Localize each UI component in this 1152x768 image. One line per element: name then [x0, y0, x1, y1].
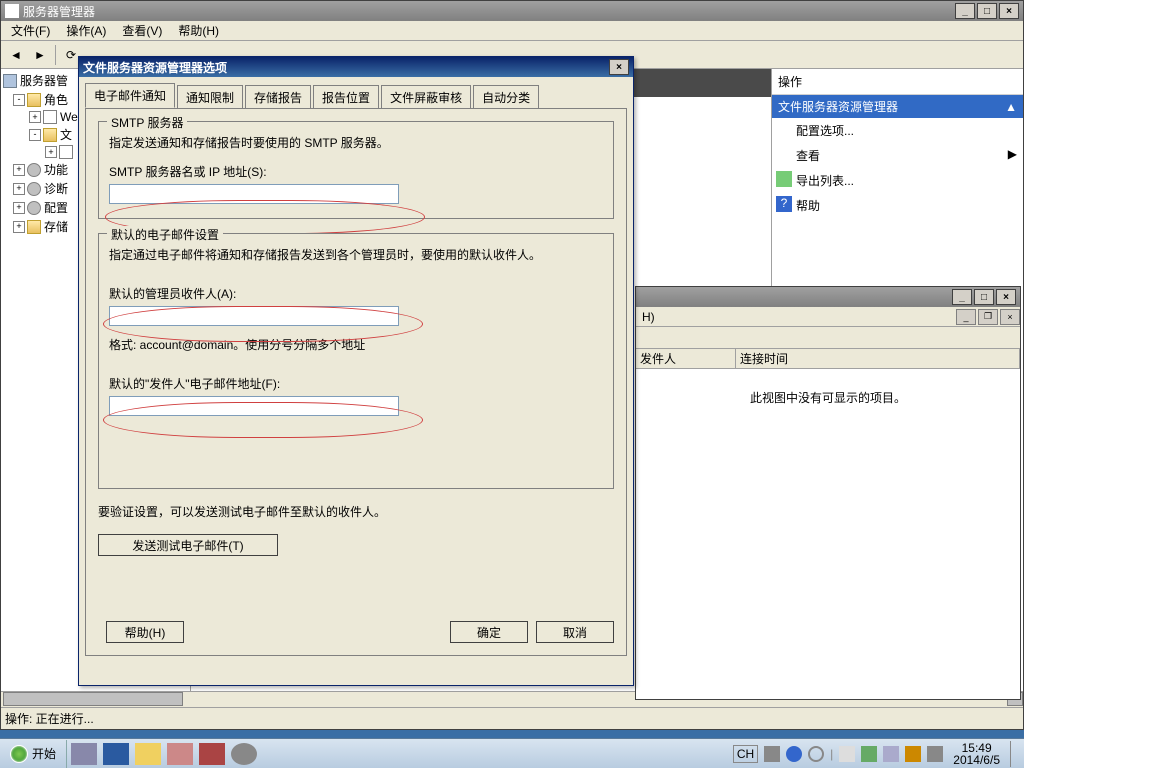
action-export[interactable]: 导出列表...: [772, 168, 1023, 193]
clock-time: 15:49: [953, 742, 1000, 754]
admin-input[interactable]: [109, 306, 399, 326]
menu-file[interactable]: 文件(F): [5, 20, 56, 41]
forward-button[interactable]: ►: [29, 44, 51, 66]
test-email-button[interactable]: 发送测试电子邮件(T): [98, 534, 278, 556]
sub-menubar: H) _ ❐ ×: [636, 307, 1020, 327]
smtp-legend: SMTP 服务器: [107, 114, 187, 131]
menu-help[interactable]: 帮助(H): [172, 20, 225, 41]
clock-date: 2014/6/5: [953, 754, 1000, 766]
minimize-button[interactable]: _: [955, 3, 975, 19]
tray-shield-icon[interactable]: [861, 746, 877, 762]
close-button[interactable]: ×: [999, 3, 1019, 19]
ql-app1-icon[interactable]: [167, 743, 193, 765]
defaults-fieldset: 默认的电子邮件设置 指定通过电子邮件将通知和存储报告发送到各个管理员时，要使用的…: [98, 233, 614, 489]
defaults-legend: 默认的电子邮件设置: [107, 226, 223, 243]
sub-min-button[interactable]: _: [952, 289, 972, 305]
action-view[interactable]: 查看▶: [772, 143, 1023, 168]
from-label: 默认的"发件人"电子邮件地址(F):: [109, 375, 603, 392]
maximize-button[interactable]: □: [977, 3, 997, 19]
cancel-button[interactable]: 取消: [536, 621, 614, 643]
ime-indicator[interactable]: CH: [733, 745, 758, 763]
tray-network-icon[interactable]: [883, 746, 899, 762]
smtp-label: SMTP 服务器名或 IP 地址(S):: [109, 163, 603, 180]
clock[interactable]: 15:49 2014/6/5: [949, 742, 1004, 766]
sub-close-button[interactable]: ×: [996, 289, 1016, 305]
dialog-titlebar[interactable]: 文件服务器资源管理器选项 ×: [79, 57, 633, 77]
help-button[interactable]: 帮助(H): [106, 621, 184, 643]
ql-settings-icon[interactable]: [231, 743, 257, 765]
defaults-desc: 指定通过电子邮件将通知和存储报告发送到各个管理员时，要使用的默认收件人。: [109, 246, 603, 263]
dialog-tabs: 电子邮件通知 通知限制 存储报告 报告位置 文件屏蔽审核 自动分类: [79, 77, 633, 108]
status-bar: 操作: 正在进行...: [1, 707, 1023, 729]
window-title: 服务器管理器: [23, 3, 953, 20]
dialog-title: 文件服务器资源管理器选项: [83, 59, 607, 76]
empty-message: 此视图中没有可显示的项目。: [636, 369, 1020, 426]
main-menubar: 文件(F) 操作(A) 查看(V) 帮助(H): [1, 21, 1023, 41]
export-icon: [776, 171, 792, 187]
smtp-desc: 指定发送通知和存储报告时要使用的 SMTP 服务器。: [109, 134, 603, 151]
scroll-thumb[interactable]: [3, 692, 183, 706]
from-input[interactable]: [109, 396, 399, 416]
back-button[interactable]: ◄: [5, 44, 27, 66]
arrow-right-icon: ▶: [1008, 147, 1017, 164]
sub-win-min[interactable]: _: [956, 309, 976, 325]
ql-app2-icon[interactable]: [199, 743, 225, 765]
tray-volume-icon[interactable]: [927, 746, 943, 762]
desktop-background-right: [1024, 0, 1152, 768]
secondary-window: _ □ × H) _ ❐ × 发件人 连接时间 此视图中没有可显示的项目。: [635, 286, 1021, 700]
tab-auto-classify[interactable]: 自动分类: [473, 85, 539, 110]
menu-view[interactable]: 查看(V): [116, 20, 168, 41]
verify-text: 要验证设置，可以发送测试电子邮件至默认的收件人。: [98, 503, 614, 520]
actions-section-title[interactable]: 文件服务器资源管理器▲: [772, 95, 1023, 118]
tab-storage-report[interactable]: 存储报告: [245, 85, 311, 110]
ql-server-icon[interactable]: [71, 743, 97, 765]
action-help[interactable]: ?帮助: [772, 193, 1023, 218]
options-dialog: 文件服务器资源管理器选项 × 电子邮件通知 通知限制 存储报告 报告位置 文件屏…: [78, 56, 634, 686]
system-tray: CH | 15:49 2014/6/5: [727, 741, 1024, 767]
tab-email[interactable]: 电子邮件通知: [85, 83, 175, 108]
tray-circle-icon[interactable]: [808, 746, 824, 762]
admin-label: 默认的管理员收件人(A):: [109, 285, 603, 302]
collapse-icon[interactable]: ▲: [1005, 100, 1017, 114]
sub-win-restore[interactable]: ❐: [978, 309, 998, 325]
menu-action[interactable]: 操作(A): [60, 20, 112, 41]
sub-win-close[interactable]: ×: [1000, 309, 1020, 325]
dialog-close-button[interactable]: ×: [609, 59, 629, 75]
tab-notify-limit[interactable]: 通知限制: [177, 85, 243, 110]
ql-powershell-icon[interactable]: [103, 743, 129, 765]
help-icon: ?: [776, 196, 792, 212]
status-text: 操作: 正在进行...: [5, 710, 94, 727]
smtp-input[interactable]: [109, 184, 399, 204]
sub-menu-help[interactable]: H): [636, 308, 661, 326]
tray-help-icon[interactable]: [786, 746, 802, 762]
tray-keyboard-icon[interactable]: [764, 746, 780, 762]
sub-max-button[interactable]: □: [974, 289, 994, 305]
ql-explorer-icon[interactable]: [135, 743, 161, 765]
show-desktop-button[interactable]: [1010, 741, 1018, 767]
tab-file-screen[interactable]: 文件屏蔽审核: [381, 85, 471, 110]
format-hint: 格式: account@domain。使用分号分隔多个地址: [109, 336, 603, 353]
start-button[interactable]: 开始: [0, 740, 67, 768]
quick-launch: [67, 743, 261, 765]
taskbar: 开始 CH | 15:49 2014/6/5: [0, 738, 1024, 768]
dialog-body: SMTP 服务器 指定发送通知和存储报告时要使用的 SMTP 服务器。 SMTP…: [85, 108, 627, 656]
tray-update-icon[interactable]: [905, 746, 921, 762]
tab-report-location[interactable]: 报告位置: [313, 85, 379, 110]
main-titlebar[interactable]: 服务器管理器 _ □ ×: [1, 1, 1023, 21]
actions-header: 操作: [772, 69, 1023, 95]
col-sender[interactable]: 发件人: [636, 349, 736, 368]
ok-button[interactable]: 确定: [450, 621, 528, 643]
sub-titlebar[interactable]: _ □ ×: [636, 287, 1020, 307]
start-label: 开始: [32, 745, 56, 762]
tray-flag-icon[interactable]: [839, 746, 855, 762]
smtp-fieldset: SMTP 服务器 指定发送通知和存储报告时要使用的 SMTP 服务器。 SMTP…: [98, 121, 614, 219]
dialog-footer: 帮助(H) 确定 取消: [98, 621, 614, 643]
app-icon: [5, 4, 19, 18]
windows-logo-icon: [10, 745, 28, 763]
list-columns: 发件人 连接时间: [636, 349, 1020, 369]
action-config[interactable]: 配置选项...: [772, 118, 1023, 143]
col-time[interactable]: 连接时间: [736, 349, 1020, 368]
